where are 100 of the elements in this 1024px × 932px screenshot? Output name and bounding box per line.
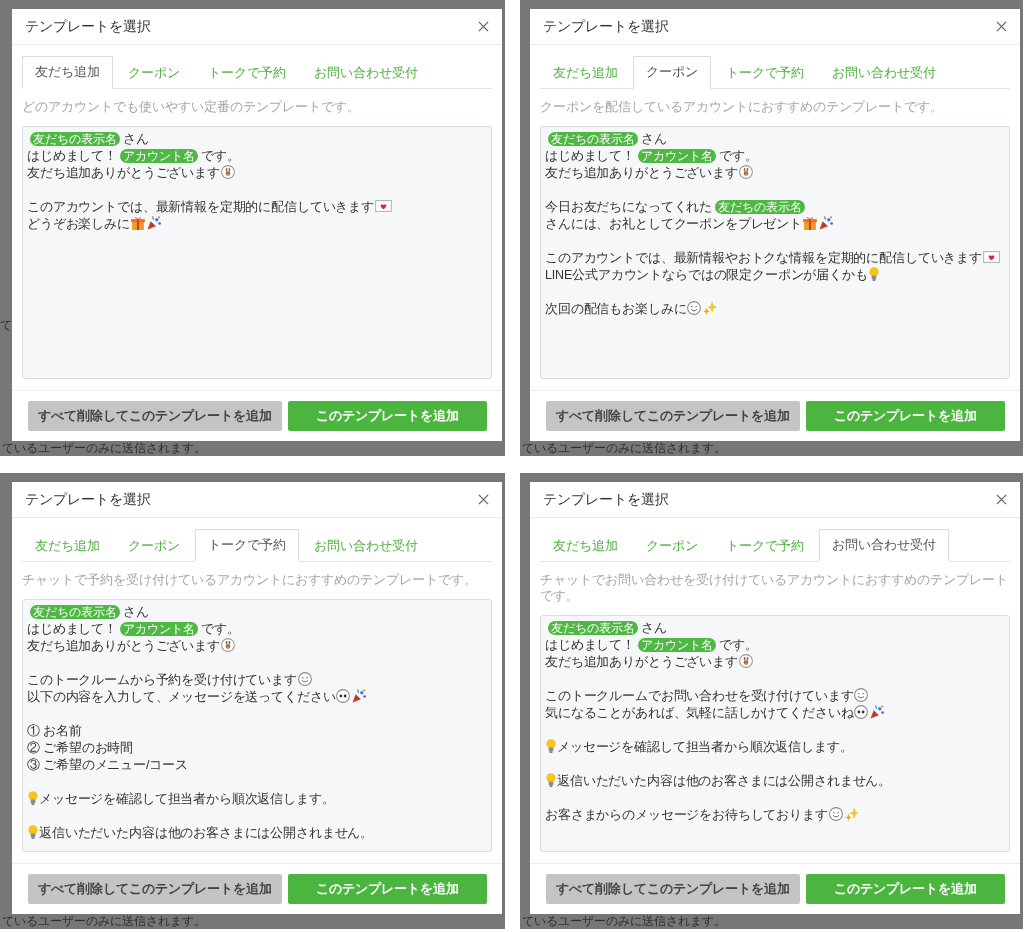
- tab[interactable]: お問い合わせ受付: [301, 529, 431, 562]
- message-text: 返信いただいた内容は他のお客さまには公開されません。: [39, 825, 374, 842]
- smiley-icon: [854, 688, 869, 702]
- lightbulb-icon: [28, 791, 38, 805]
- sparkle-icon: [844, 807, 859, 821]
- message-text: 友だち追加ありがとうございます: [27, 638, 220, 655]
- sparkle-icon: [703, 301, 718, 315]
- tab[interactable]: クーポン: [633, 56, 711, 89]
- background-text: て: [0, 318, 12, 332]
- tab[interactable]: お問い合わせ受付: [819, 56, 949, 89]
- tab[interactable]: トークで予約: [713, 56, 817, 89]
- message-text: 気になることがあれば、気軽に話しかけてくださいね: [545, 705, 854, 722]
- message-text: です。: [200, 148, 240, 165]
- variable-tag: アカウント名: [119, 149, 198, 163]
- variable-tag: アカウント名: [637, 149, 716, 163]
- message-text: はじめまして！: [545, 148, 635, 165]
- message-text: このアカウントでは、最新情報やおトクな情報を定期的に配信していきます: [545, 250, 982, 267]
- message-text: ② ご希望のお時間: [27, 740, 134, 757]
- message-text: です。: [200, 621, 240, 638]
- smiley-icon: [687, 301, 702, 315]
- bunny-icon: [738, 165, 753, 179]
- tab[interactable]: 友だち追加: [22, 529, 113, 562]
- gift-icon: [803, 216, 817, 230]
- confetti-icon: [352, 689, 367, 703]
- message-text: はじめまして！: [27, 621, 117, 638]
- lightbulb-icon: [546, 773, 556, 787]
- close-icon[interactable]: [996, 21, 1007, 32]
- tab[interactable]: 友だち追加: [540, 56, 631, 89]
- add-template-button[interactable]: このテンプレートを追加: [287, 401, 487, 431]
- dialog-title: テンプレートを選択: [25, 490, 151, 509]
- message-text: さんには、お礼としてクーポンをプレゼント: [545, 216, 802, 233]
- tab[interactable]: トークで予約: [195, 529, 299, 562]
- add-template-button[interactable]: このテンプレートを追加: [805, 401, 1005, 431]
- smiley-icon: [297, 672, 312, 686]
- close-icon[interactable]: [996, 494, 1007, 505]
- message-text: さん: [641, 131, 667, 148]
- dialog-title: テンプレートを選択: [25, 17, 151, 36]
- wide-eyed-smiley-icon: [854, 705, 869, 719]
- tab[interactable]: トークで予約: [195, 56, 299, 89]
- tab[interactable]: お問い合わせ受付: [819, 529, 949, 562]
- bunny-icon: [220, 165, 235, 179]
- dialog-title: テンプレートを選択: [543, 17, 669, 36]
- variable-tag: 友だちの表示名: [548, 621, 638, 635]
- confetti-icon: [870, 705, 885, 719]
- variable-tag: 友だちの表示名: [30, 605, 120, 619]
- template-description: チャットでお問い合わせを受け付けているアカウントにおすすめのテンプレートです。: [540, 572, 1009, 604]
- message-text: さん: [123, 131, 149, 148]
- message-field[interactable]: 友だちの表示名 さん はじめまして！ アカウント名 です。 友だち追加ありがとうございます このトークルームから予約を受け付けています 以下の内容を入力して、メッセージを送ってください ① お名前 ② ご希望のお時間 ③ ご希望のメニュー/コース メッセージを確認して担当者から順次返信します。 返信いただいた内容は他のお客さまには公開されません。: [22, 599, 492, 852]
- close-icon[interactable]: [478, 21, 489, 32]
- message-text: さん: [641, 620, 667, 637]
- clear-and-add-button[interactable]: すべて削除してこのテンプレートを追加: [545, 874, 800, 904]
- message-text: メッセージを確認して担当者から順次返信します。: [39, 791, 335, 808]
- add-template-button[interactable]: このテンプレートを追加: [287, 874, 487, 904]
- message-text: 友だち追加ありがとうございます: [27, 165, 220, 182]
- tab[interactable]: お問い合わせ受付: [301, 56, 431, 89]
- tab[interactable]: トークで予約: [713, 529, 817, 562]
- message-text: ③ ご希望のメニュー/コース: [27, 757, 188, 774]
- dialog-title: テンプレートを選択: [543, 490, 669, 509]
- message-text: 今日お友だちになってくれた: [545, 199, 713, 216]
- background-text: ているユーザーのみに送信されます。: [1, 914, 206, 928]
- add-template-button[interactable]: このテンプレートを追加: [805, 874, 1005, 904]
- bunny-icon: [738, 654, 753, 668]
- tab[interactable]: クーポン: [115, 56, 193, 89]
- clear-and-add-button[interactable]: すべて削除してこのテンプレートを追加: [27, 874, 282, 904]
- message-text: はじめまして！: [545, 637, 635, 654]
- message-field[interactable]: 友だちの表示名 さん はじめまして！ アカウント名 です。 友だち追加ありがとうございます このアカウントでは、最新情報を定期的に配信していきます どうぞお楽しみに: [22, 126, 492, 379]
- variable-tag: アカウント名: [119, 622, 198, 636]
- message-text: このトークルームから予約を受け付けています: [27, 672, 297, 689]
- message-text: このトークルームでお問い合わせを受け付けています: [545, 688, 854, 705]
- message-text: 友だち追加ありがとうございます: [545, 654, 738, 671]
- message-text: お客さまからのメッセージをお待ちしております: [545, 807, 828, 824]
- message-text: です。: [718, 637, 758, 654]
- message-field[interactable]: 友だちの表示名 さん はじめまして！ アカウント名 です。 友だち追加ありがとうございます このトークルームでお問い合わせを受け付けています 気になることがあれば、気軽に話しかけてくださいね メッセージを確認して担当者から順次返信します。 返信いただいた内容は他のお客さまには公開されません。 お客さまからのメッセージをお待ちしております: [540, 615, 1010, 852]
- tab[interactable]: クーポン: [115, 529, 193, 562]
- wide-eyed-smiley-icon: [336, 689, 351, 703]
- message-text: このアカウントでは、最新情報を定期的に配信していきます: [27, 199, 374, 216]
- variable-tag: アカウント名: [637, 638, 716, 652]
- template-description: チャットで予約を受け付けているアカウントにおすすめのテンプレートです。: [22, 572, 478, 588]
- message-text: 友だち追加ありがとうございます: [545, 165, 738, 182]
- smiley-icon: [828, 807, 843, 821]
- message-text: メッセージを確認して担当者から順次返信します。: [557, 739, 853, 756]
- message-text: どうぞお楽しみに: [27, 216, 130, 233]
- gift-icon: [130, 216, 145, 230]
- bunny-icon: [220, 638, 235, 652]
- confetti-icon: [819, 216, 833, 230]
- template-description: どのアカウントでも使いやすい定番のテンプレートです。: [22, 99, 361, 115]
- message-text: はじめまして！: [27, 148, 117, 165]
- message-text: LINE公式アカウントならではの限定クーポンが届くかも: [545, 267, 868, 284]
- lightbulb-icon: [868, 267, 879, 281]
- message-text: 以下の内容を入力して、メッセージを送ってください: [27, 689, 336, 706]
- clear-and-add-button[interactable]: すべて削除してこのテンプレートを追加: [27, 401, 282, 431]
- clear-and-add-button[interactable]: すべて削除してこのテンプレートを追加: [545, 401, 800, 431]
- message-field[interactable]: 友だちの表示名 さん はじめまして！ アカウント名 です。 友だち追加ありがとうございます 今日お友だちになってくれた 友だちの表示名 さんには、お礼としてクーポンをプレゼント このアカウントでは、最新情報やおトクな情報を定期的に配信していきます LINE公式アカウントならではの限定クーポンが届くかも 次回の配信もお楽しみに: [540, 126, 1010, 379]
- lightbulb-icon: [546, 739, 556, 753]
- variable-tag: 友だちの表示名: [715, 200, 806, 214]
- tab[interactable]: 友だち追加: [540, 529, 631, 562]
- close-icon[interactable]: [478, 494, 489, 505]
- tab[interactable]: 友だち追加: [22, 56, 113, 89]
- confetti-icon: [146, 216, 161, 230]
- tab[interactable]: クーポン: [633, 529, 711, 562]
